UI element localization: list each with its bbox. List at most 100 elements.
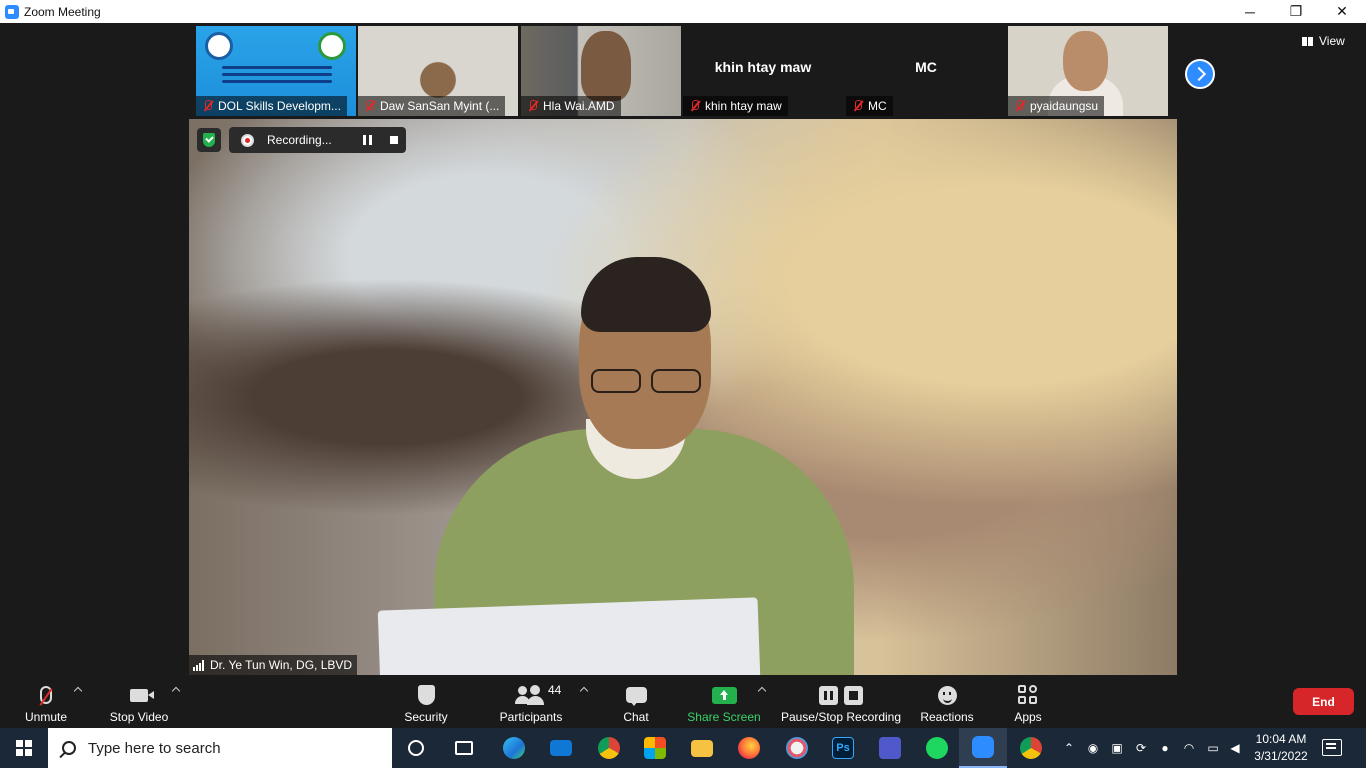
task-view-icon xyxy=(455,741,473,755)
tray-network-app-icon[interactable]: ▣ xyxy=(1106,728,1128,768)
organization-logo xyxy=(318,32,346,60)
tray-camera-icon[interactable]: ◉ xyxy=(1082,728,1104,768)
participant-display-name: khin htay maw xyxy=(714,59,812,75)
title-bar: Zoom Meeting ─ ❐ ✕ xyxy=(0,0,1366,23)
muted-mic-icon xyxy=(364,100,376,112)
participant-name-bar: pyaidaungsu xyxy=(1008,96,1105,116)
muted-mic-icon xyxy=(689,100,701,112)
participant-tile[interactable]: MC MC xyxy=(846,26,1006,116)
wifi-icon[interactable]: ◠ xyxy=(1178,728,1200,768)
reactions-label: Reactions xyxy=(920,710,974,724)
apps-button[interactable]: Apps xyxy=(1006,678,1050,728)
speaker-glasses xyxy=(591,369,701,393)
task-view-button[interactable] xyxy=(440,728,488,768)
chat-button[interactable]: Chat xyxy=(614,678,658,728)
system-clock[interactable]: 10:04 AM 3/31/2022 xyxy=(1244,731,1318,765)
encryption-shield-icon[interactable] xyxy=(197,128,221,152)
zoom-icon xyxy=(972,736,994,758)
view-button[interactable]: View xyxy=(1302,34,1345,48)
organization-logo xyxy=(205,32,233,60)
tray-sync-icon[interactable]: ⟳ xyxy=(1130,728,1152,768)
unmute-button[interactable]: Unmute xyxy=(22,678,70,728)
participant-name-bar: khin htay maw xyxy=(683,96,788,116)
stop-recording-icon[interactable] xyxy=(390,136,398,144)
banner-text-graphic xyxy=(222,66,332,90)
participant-name: DOL Skills Developm... xyxy=(218,99,341,113)
battery-icon[interactable]: ▭ xyxy=(1202,728,1224,768)
taskbar-app-paint[interactable] xyxy=(773,728,821,768)
recording-label: Recording... xyxy=(267,133,332,147)
muted-mic-icon xyxy=(1014,100,1026,112)
taskbar-app-chrome[interactable] xyxy=(585,728,633,768)
taskbar-app-spotify[interactable] xyxy=(913,728,961,768)
start-button[interactable] xyxy=(0,728,48,768)
muted-mic-icon xyxy=(202,100,214,112)
grid-icon xyxy=(1302,36,1313,46)
taskbar-app-edge[interactable] xyxy=(490,728,538,768)
shield-icon xyxy=(203,133,215,147)
participant-video xyxy=(581,31,631,101)
taskbar-app-firefox[interactable] xyxy=(725,728,773,768)
taskbar-app-store[interactable] xyxy=(631,728,679,768)
security-button[interactable]: Security xyxy=(399,678,453,728)
stop-video-label: Stop Video xyxy=(109,710,169,724)
taskbar-app-zoom[interactable] xyxy=(959,728,1007,768)
edge-icon xyxy=(503,737,525,759)
participant-tile[interactable]: khin htay maw khin htay maw xyxy=(683,26,843,116)
participant-tile[interactable]: Daw SanSan Myint (... xyxy=(358,26,518,116)
audio-options-chevron-icon[interactable] xyxy=(73,686,83,696)
video-options-chevron-icon[interactable] xyxy=(171,686,181,696)
view-label: View xyxy=(1319,34,1345,48)
participant-name-bar: DOL Skills Developm... xyxy=(196,96,347,116)
participant-tile[interactable]: pyaidaungsu xyxy=(1008,26,1168,116)
minimize-button[interactable]: ─ xyxy=(1227,0,1273,23)
cortana-button[interactable] xyxy=(392,728,440,768)
search-input[interactable] xyxy=(88,739,368,757)
pause-stop-recording-button[interactable]: Pause/Stop Recording xyxy=(780,678,902,728)
paper-sheet xyxy=(377,597,761,675)
taskbar-app-teams[interactable] xyxy=(866,728,914,768)
taskbar-search[interactable] xyxy=(48,728,392,768)
next-page-arrow-icon[interactable] xyxy=(1185,59,1215,89)
maximize-button[interactable]: ❐ xyxy=(1273,0,1319,23)
speaker-name-bar: Dr. Ye Tun Win, DG, LBVD xyxy=(189,655,358,675)
chat-bubble-icon xyxy=(625,687,647,706)
stop-video-button[interactable]: Stop Video xyxy=(106,678,172,728)
share-screen-button[interactable]: Share Screen xyxy=(687,678,761,728)
muted-mic-icon xyxy=(852,100,864,112)
show-hidden-icons-chevron-icon[interactable]: ⌃ xyxy=(1058,728,1080,768)
participants-label: Participants xyxy=(499,710,563,724)
windows-taskbar: Ps ⌃ ◉ ▣ ⟳ ● ◠ ▭ ◀ 10:04 AM 3/31/2022 xyxy=(0,728,1366,768)
participant-tile[interactable]: Hla Wai.AMD xyxy=(521,26,681,116)
participant-name: khin htay maw xyxy=(705,99,782,113)
apps-grid-icon xyxy=(1018,685,1038,705)
participant-video xyxy=(1063,31,1108,91)
share-screen-label: Share Screen xyxy=(687,710,761,724)
taskbar-app-file-explorer[interactable] xyxy=(678,728,726,768)
security-shield-icon xyxy=(417,685,435,705)
tray-microphone-icon[interactable]: ● xyxy=(1154,728,1176,768)
chrome-profile-icon xyxy=(1020,737,1042,759)
muted-mic-icon xyxy=(527,100,539,112)
cortana-circle-icon xyxy=(408,740,424,756)
chat-label: Chat xyxy=(623,710,649,724)
pause-recording-icon[interactable] xyxy=(363,135,372,145)
photoshop-icon: Ps xyxy=(832,737,854,759)
close-button[interactable]: ✕ xyxy=(1319,0,1365,23)
taskbar-app-photoshop[interactable]: Ps xyxy=(819,728,867,768)
volume-icon[interactable]: ◀ xyxy=(1224,728,1246,768)
taskbar-app-mail[interactable] xyxy=(537,728,585,768)
notification-center-icon[interactable] xyxy=(1322,739,1342,756)
clock-date: 3/31/2022 xyxy=(1254,749,1308,763)
taskbar-app-chrome-profile[interactable] xyxy=(1007,728,1055,768)
participant-name: pyaidaungsu xyxy=(1030,99,1099,113)
reactions-button[interactable]: Reactions xyxy=(918,678,976,728)
participant-tile[interactable]: DOL Skills Developm... xyxy=(196,26,356,116)
meeting-toolbar: Unmute Stop Video Security Participants … xyxy=(0,678,1366,728)
participants-options-chevron-icon[interactable] xyxy=(579,686,589,696)
participant-display-name: MC xyxy=(915,59,937,75)
record-icon xyxy=(241,133,254,147)
smiley-icon xyxy=(937,685,957,705)
windows-logo-icon xyxy=(16,740,32,756)
end-meeting-button[interactable]: End xyxy=(1293,688,1354,715)
